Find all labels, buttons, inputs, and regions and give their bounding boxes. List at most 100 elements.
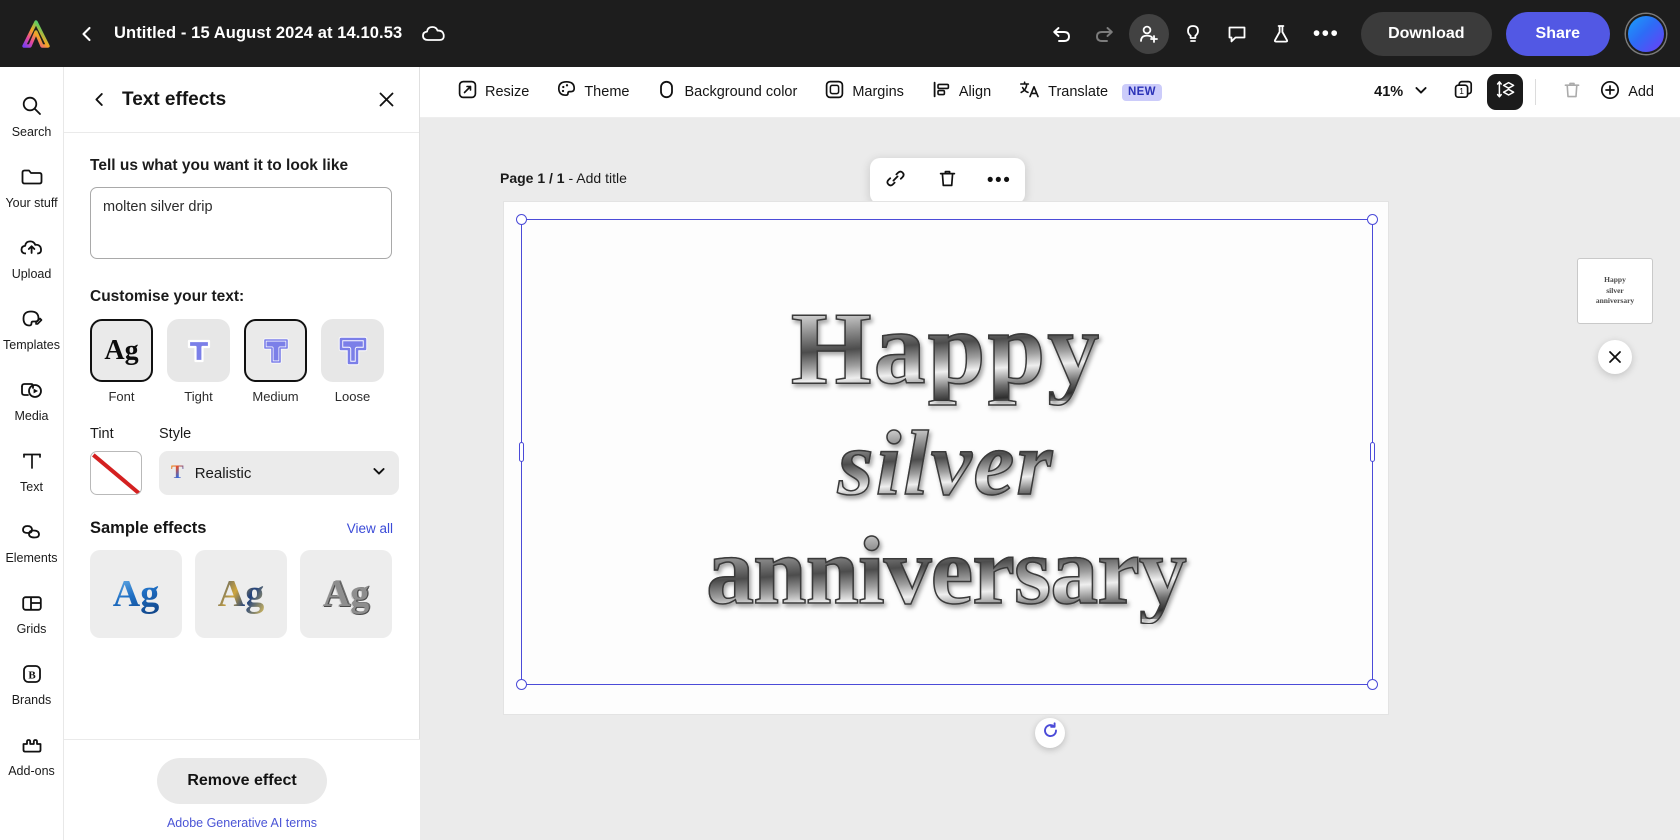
element-more-button[interactable]: ••• [979, 161, 1019, 201]
top-bar-actions: ••• Download Share [1041, 12, 1680, 56]
tile-label: Medium [252, 389, 298, 404]
zoom-value: 41% [1374, 84, 1403, 100]
palette-icon [557, 80, 576, 104]
toolbar-label: Background color [684, 84, 797, 100]
sidebar-item-label: Elements [5, 551, 57, 565]
sidebar-item-elements[interactable]: Elements [0, 505, 64, 576]
delete-button[interactable] [1554, 74, 1590, 110]
adobe-express-window: Untitled - 15 August 2024 at 14.10.53 [0, 0, 1680, 840]
layers-button[interactable] [1487, 74, 1523, 110]
trash-icon [1562, 80, 1582, 105]
sample-effect-blue-gloss[interactable]: Ag [90, 550, 182, 638]
tile-loose-swatch [321, 319, 384, 382]
plus-circle-icon [1600, 80, 1620, 105]
canvas-area[interactable]: Page 1 / 1 - Add title ••• Happy silver … [420, 118, 1680, 840]
flask-icon[interactable] [1261, 14, 1301, 54]
samples-title: Sample effects [90, 519, 206, 538]
tile-loose[interactable]: Loose [321, 319, 384, 404]
tile-font-swatch: Ag [90, 319, 153, 382]
redo-icon[interactable] [1085, 14, 1125, 54]
rotate-button[interactable] [1035, 718, 1065, 748]
prompt-input[interactable] [90, 187, 392, 259]
folder-icon [20, 162, 44, 192]
elements-icon [19, 517, 45, 547]
tile-label: Loose [335, 389, 370, 404]
new-badge: NEW [1122, 84, 1162, 101]
generative-ai-terms-link[interactable]: Adobe Generative AI terms [167, 816, 317, 830]
resize-handle-right[interactable] [1370, 442, 1375, 462]
resize-handle-top-right[interactable] [1367, 214, 1378, 225]
sidebar-item-brands[interactable]: B Brands [0, 647, 64, 718]
sidebar-item-label: Text [20, 480, 43, 494]
adobe-logo-icon[interactable] [14, 14, 58, 54]
back-button[interactable] [70, 17, 104, 51]
resize-handle-left[interactable] [519, 442, 524, 462]
comment-icon[interactable] [1217, 14, 1257, 54]
view-all-link[interactable]: View all [347, 521, 393, 536]
sidebar-item-upload[interactable]: Upload [0, 221, 64, 292]
resize-handle-top-left[interactable] [516, 214, 527, 225]
undo-icon[interactable] [1041, 14, 1081, 54]
close-icon[interactable] [371, 85, 401, 115]
add-button[interactable]: Add [1590, 80, 1664, 105]
tile-font[interactable]: Ag Font [90, 319, 153, 404]
download-button[interactable]: Download [1361, 12, 1491, 56]
tile-label: Tight [184, 389, 212, 404]
selection-box[interactable] [521, 219, 1373, 685]
toolbar-label: Translate [1048, 84, 1108, 100]
sidebar-item-add-ons[interactable]: Add-ons [0, 718, 64, 789]
toolbar-label: Margins [852, 84, 904, 100]
tint-swatch-none[interactable] [90, 451, 142, 495]
avatar[interactable] [1626, 14, 1666, 54]
toolbar-theme[interactable]: Theme [543, 72, 643, 112]
toolbar-background-color[interactable]: Background color [643, 72, 811, 112]
t-tight-icon [182, 334, 216, 368]
tile-tight-swatch [167, 319, 230, 382]
sidebar-item-label: Grids [17, 622, 47, 636]
close-thumbnail-rail-button[interactable] [1598, 340, 1632, 374]
toolbar-margins[interactable]: Margins [811, 72, 918, 112]
sidebar-item-your-stuff[interactable]: Your stuff [0, 150, 64, 221]
toolbar-align[interactable]: Align [918, 72, 1005, 112]
sidebar-item-media[interactable]: Media [0, 363, 64, 434]
sidebar-item-label: Media [14, 409, 48, 423]
add-person-icon[interactable] [1129, 14, 1169, 54]
toolbar-resize[interactable]: Resize [444, 72, 543, 112]
page-label[interactable]: Page 1 / 1 - Add title [500, 170, 627, 186]
tile-tight[interactable]: Tight [167, 319, 230, 404]
tile-medium[interactable]: Medium [244, 319, 307, 404]
resize-handle-bottom-right[interactable] [1367, 679, 1378, 690]
sample-effect-blue-gold-marble[interactable]: Ag [195, 550, 287, 638]
sidebar-item-templates[interactable]: Templates [0, 292, 64, 363]
pages-button[interactable]: 1 [1445, 74, 1481, 110]
rotate-icon [1042, 722, 1059, 744]
page-thumbnail-rail: Happy silver anniversary [1568, 258, 1662, 374]
align-icon [932, 80, 951, 104]
sidebar-item-grids[interactable]: Grids [0, 576, 64, 647]
sidebar-item-text[interactable]: Text [0, 434, 64, 505]
sample-effects-list: Ag Ag Ag [90, 550, 393, 638]
remove-effect-button[interactable]: Remove effect [157, 758, 326, 804]
toolbar-right-group: 41% 1 [1364, 74, 1680, 110]
layers-icon [1495, 79, 1516, 105]
link-icon [885, 168, 906, 194]
sidebar-item-search[interactable]: Search [0, 79, 64, 150]
page-thumbnail[interactable]: Happy silver anniversary [1577, 258, 1653, 324]
brands-icon: B [20, 659, 44, 689]
delete-element-button[interactable] [927, 161, 967, 201]
lightbulb-icon[interactable] [1173, 14, 1213, 54]
share-button[interactable]: Share [1506, 12, 1610, 56]
link-button[interactable] [876, 161, 916, 201]
zoom-control[interactable]: 41% [1364, 82, 1439, 103]
svg-text:B: B [28, 669, 36, 681]
tint-label: Tint [90, 426, 142, 442]
document-title[interactable]: Untitled - 15 August 2024 at 14.10.53 [114, 24, 402, 43]
translate-icon [1019, 80, 1040, 104]
toolbar-translate[interactable]: Translate NEW [1005, 72, 1176, 112]
more-options-icon[interactable]: ••• [1305, 14, 1347, 54]
resize-handle-bottom-left[interactable] [516, 679, 527, 690]
style-dropdown[interactable]: T Realistic [159, 451, 399, 495]
panel-back-button[interactable] [86, 87, 112, 113]
sample-effect-grey-speckle[interactable]: Ag [300, 550, 392, 638]
left-sidebar: Search Your stuff Upload Templates Media [0, 67, 64, 840]
